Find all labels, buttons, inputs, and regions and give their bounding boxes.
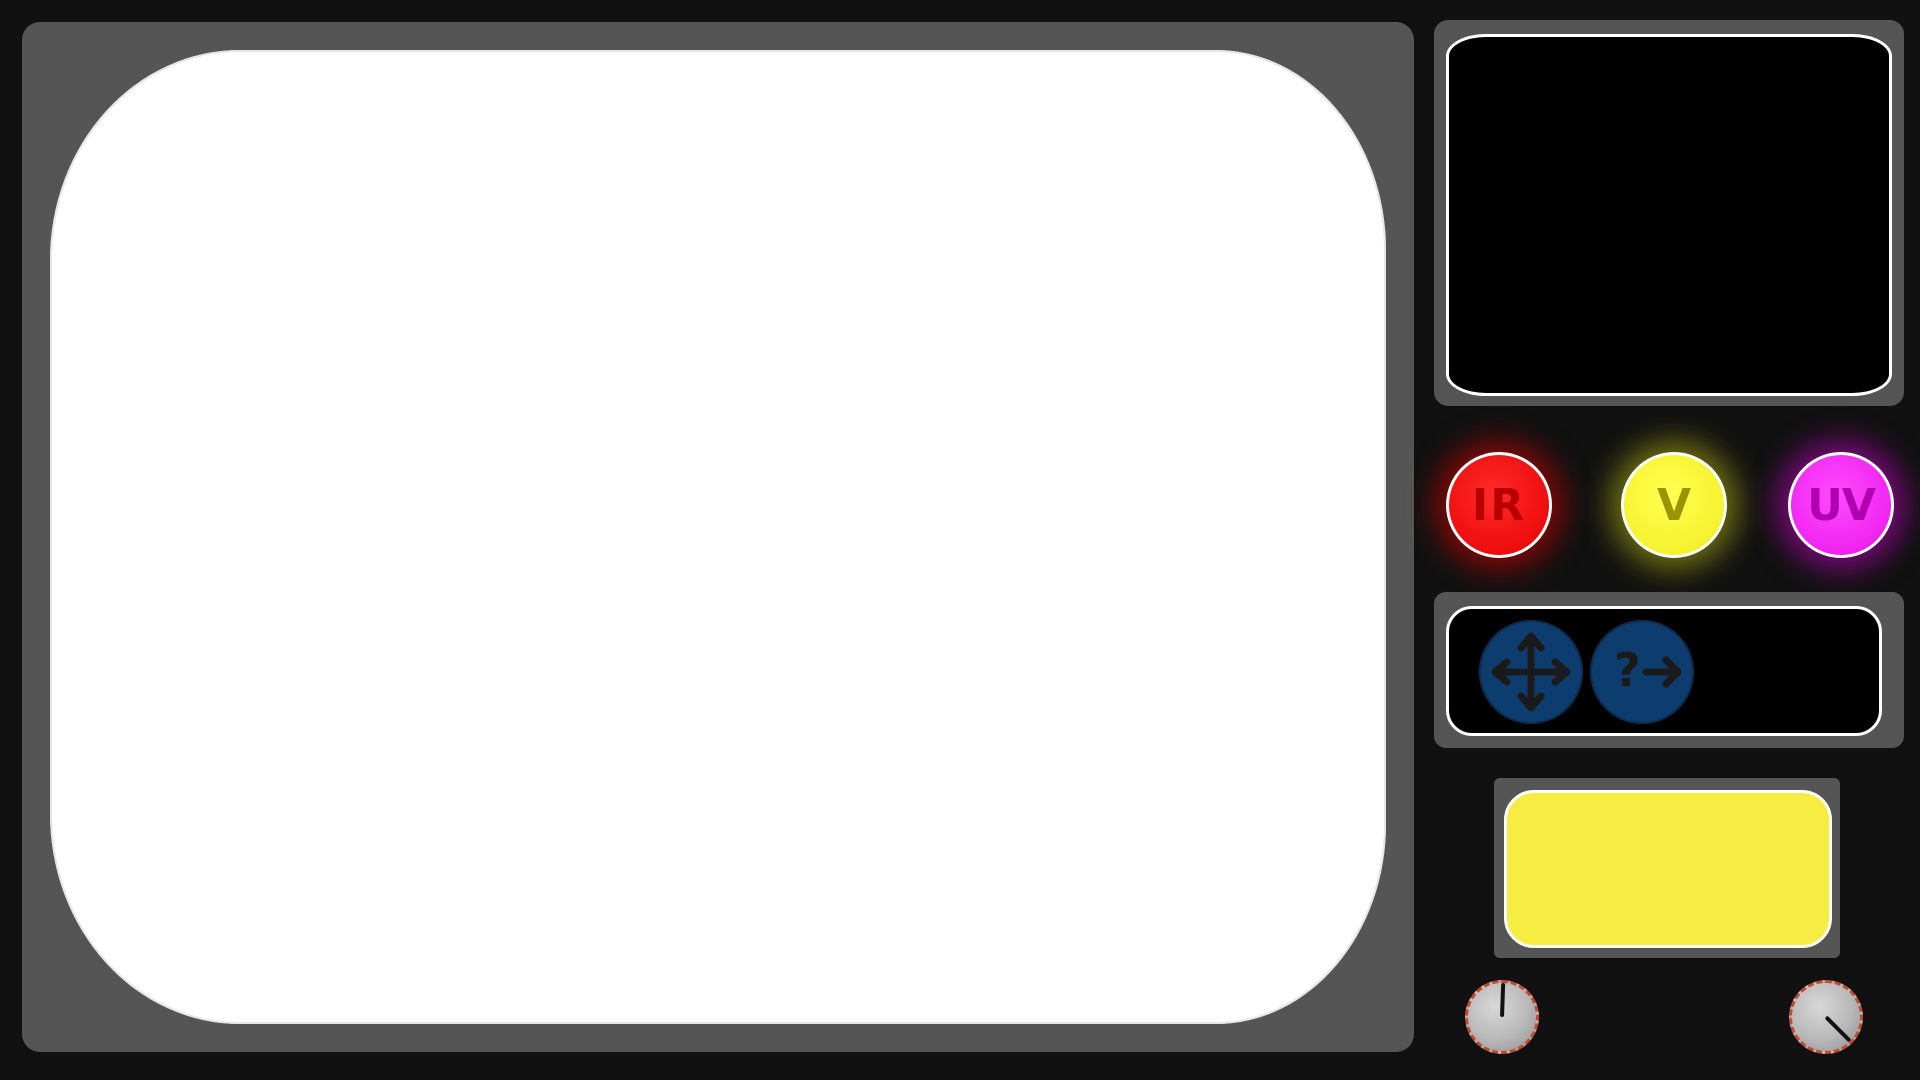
main-view-screen[interactable] — [50, 50, 1386, 1024]
visible-spectrum-button[interactable]: V — [1621, 452, 1727, 558]
question-arrow-icon: ? — [1614, 643, 1682, 697]
left-knob-pointer — [1500, 982, 1506, 1018]
ir-button-label: IR — [1471, 479, 1527, 531]
monitor-screen — [1446, 34, 1892, 396]
right-knob[interactable] — [1789, 980, 1863, 1054]
uv-button-label: UV — [1807, 479, 1876, 531]
right-knob-pointer — [1824, 1015, 1852, 1043]
move-tool-button[interactable] — [1479, 620, 1583, 724]
question-glyph: ? — [1614, 643, 1641, 697]
v-button-label: V — [1656, 479, 1692, 531]
move-arrows-icon — [1491, 632, 1571, 712]
left-knob[interactable] — [1465, 980, 1539, 1054]
uv-spectrum-button[interactable]: UV — [1788, 452, 1894, 558]
game-screen: IR V UV ? — [0, 0, 1920, 1080]
note-pad — [1504, 790, 1832, 948]
inspect-tool-button[interactable]: ? — [1590, 620, 1694, 724]
ir-spectrum-button[interactable]: IR — [1446, 452, 1552, 558]
